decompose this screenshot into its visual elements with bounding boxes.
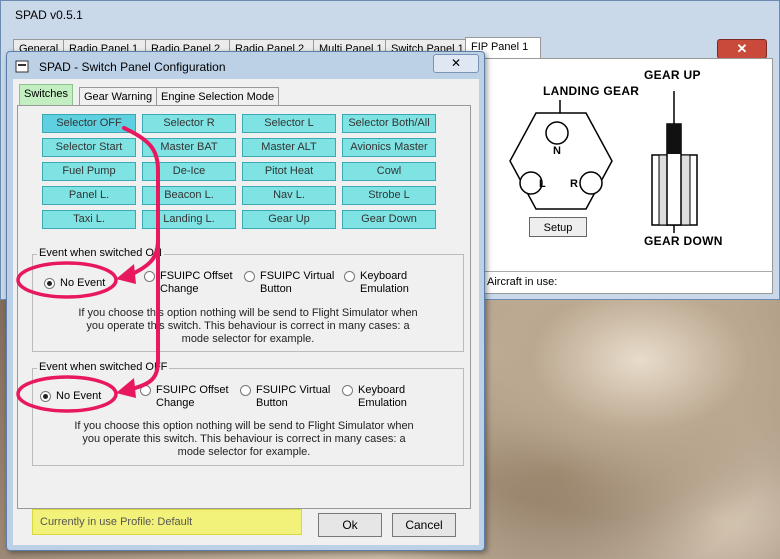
switch-pitot-heat[interactable]: Pitot Heat	[242, 162, 336, 181]
switch-selector-l[interactable]: Selector L	[242, 114, 336, 133]
switch-de-ice[interactable]: De-Ice	[142, 162, 236, 181]
dialog-body: Switches Gear Warning Engine Selection M…	[13, 79, 479, 545]
radio-dot-checked[interactable]	[44, 278, 55, 289]
radio-label: Keyboard Emulation	[358, 384, 407, 409]
tab-engine-selection-mode[interactable]: Engine Selection Mode	[156, 87, 280, 107]
dialog-close-button[interactable]: ✕	[433, 54, 479, 73]
switch-master-bat[interactable]: Master BAT	[142, 138, 236, 157]
current-profile-status: Currently in use Profile: Default	[40, 516, 193, 528]
switch-selector-off[interactable]: Selector OFF	[42, 114, 136, 133]
event-off-fsuipc-offset-radio[interactable]: FSUIPC Offset Change	[140, 384, 229, 410]
switch-avionics-master[interactable]: Avionics Master	[342, 138, 436, 157]
app-icon	[15, 60, 29, 73]
event-off-no-event-radio[interactable]: No Event	[40, 390, 101, 403]
event-on-keyboard-radio[interactable]: Keyboard Emulation	[344, 270, 409, 296]
switch-selector-both[interactable]: Selector Both/All	[342, 114, 436, 133]
event-on-no-event-radio[interactable]: No Event	[44, 277, 105, 290]
event-on-fsuipc-virtual-radio[interactable]: FSUIPC Virtual Button	[244, 270, 334, 296]
switches-tab-panel: Selector OFF Selector R Selector L Selec…	[17, 105, 471, 509]
radio-label: Keyboard Emulation	[360, 270, 409, 295]
aircraft-in-use-status: Aircraft in use:	[483, 271, 773, 291]
radio-dot[interactable]	[344, 271, 355, 282]
switch-panel-config-dialog: SPAD - Switch Panel Configuration ✕ Swit…	[6, 51, 485, 551]
event-off-legend: Event when switched OFF	[37, 361, 170, 373]
radio-label: FSUIPC Virtual Button	[260, 270, 335, 295]
ok-button[interactable]: Ok	[318, 513, 382, 537]
event-on-legend: Event when switched ON	[37, 247, 164, 259]
radio-dot[interactable]	[342, 385, 353, 396]
switch-master-alt[interactable]: Master ALT	[242, 138, 336, 157]
radio-dot[interactable]	[240, 385, 251, 396]
switch-selector-start[interactable]: Selector Start	[42, 138, 136, 157]
radio-label: FSUIPC Virtual Button	[256, 384, 331, 409]
switch-strobe-light[interactable]: Strobe L	[342, 186, 436, 205]
event-off-keyboard-radio[interactable]: Keyboard Emulation	[342, 384, 407, 410]
switch-selector-r[interactable]: Selector R	[142, 114, 236, 133]
cancel-button[interactable]: Cancel	[392, 513, 456, 537]
radio-dot[interactable]	[244, 271, 255, 282]
radio-dot[interactable]	[140, 385, 151, 396]
setup-button[interactable]: Setup	[529, 217, 587, 237]
switch-beacon-light[interactable]: Beacon L.	[142, 186, 236, 205]
switch-nav-light[interactable]: Nav L.	[242, 186, 336, 205]
switch-taxi-light[interactable]: Taxi L.	[42, 210, 136, 229]
radio-label: FSUIPC Offset Change	[156, 384, 229, 409]
switch-gear-down[interactable]: Gear Down	[342, 210, 436, 229]
nose-wheel-label: N	[553, 145, 562, 157]
left-wheel-label: L	[539, 178, 547, 190]
radio-label: No Event	[56, 390, 102, 402]
gear-down-label: GEAR DOWN	[644, 234, 723, 248]
radio-label: FSUIPC Offset Change	[160, 270, 233, 295]
event-on-help-text: If you choose this option nothing will b…	[78, 307, 418, 345]
event-off-fsuipc-virtual-radio[interactable]: FSUIPC Virtual Button	[240, 384, 330, 410]
switch-cowl[interactable]: Cowl	[342, 162, 436, 181]
event-on-fsuipc-offset-radio[interactable]: FSUIPC Offset Change	[144, 270, 233, 296]
radio-dot-checked[interactable]	[40, 391, 51, 402]
right-wheel-label: R	[570, 178, 579, 190]
switch-landing-light[interactable]: Landing L.	[142, 210, 236, 229]
radio-dot[interactable]	[144, 271, 155, 282]
radio-label: No Event	[60, 277, 106, 289]
switch-panel-light[interactable]: Panel L.	[42, 186, 136, 205]
tab-gear-warning[interactable]: Gear Warning	[79, 87, 158, 107]
gear-diagram-icon	[509, 91, 698, 233]
tab-switches[interactable]: Switches	[19, 84, 74, 107]
switch-gear-up[interactable]: Gear Up	[242, 210, 336, 229]
dialog-title: SPAD - Switch Panel Configuration	[39, 60, 226, 74]
event-off-help-text: If you choose this option nothing will b…	[74, 420, 414, 458]
main-window-title: SPAD v0.5.1	[15, 8, 83, 22]
gear-up-label: GEAR UP	[644, 68, 701, 82]
main-close-button[interactable]: ✕	[717, 39, 767, 59]
switch-fuel-pump[interactable]: Fuel Pump	[42, 162, 136, 181]
